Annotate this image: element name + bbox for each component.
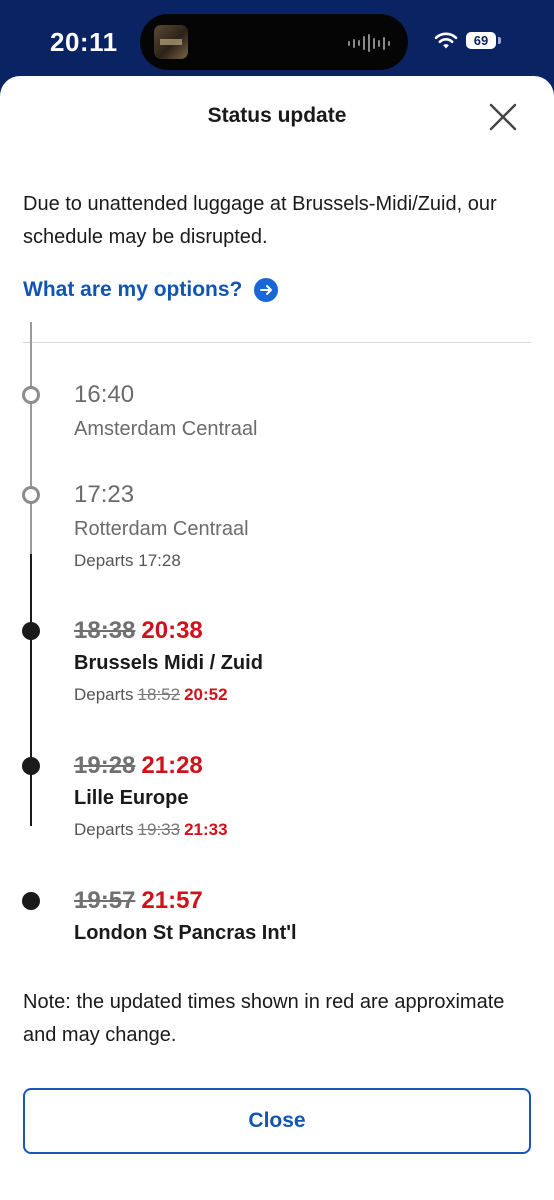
stop-time: 17:23 bbox=[74, 481, 135, 508]
scheduled-time: 19:57 bbox=[74, 887, 136, 914]
status-time: 20:11 bbox=[50, 27, 118, 57]
stop-time: 18:38 20:38 bbox=[74, 616, 263, 646]
updated-time: 21:57 bbox=[141, 887, 203, 914]
timeline-node bbox=[22, 486, 40, 504]
departure-info: Departs 17:28 bbox=[74, 551, 249, 571]
scheduled-time: 19:28 bbox=[74, 752, 136, 779]
timeline-line-completed bbox=[30, 322, 32, 554]
station-name: Rotterdam Centraal bbox=[74, 518, 249, 540]
departure-info: Departs 19:33 21:33 bbox=[74, 820, 228, 840]
station-name: London St Pancras Int'l bbox=[74, 922, 297, 944]
timeline-line-upcoming bbox=[30, 554, 32, 826]
departs-scheduled: 18:52 bbox=[137, 685, 181, 704]
stop-time: 19:57 21:57 bbox=[74, 886, 297, 916]
departs-time: 17:28 bbox=[138, 551, 181, 570]
departs-updated: 21:33 bbox=[184, 820, 228, 839]
departure-info: Departs 18:52 20:52 bbox=[74, 685, 263, 705]
options-link[interactable]: What are my options? bbox=[23, 278, 279, 302]
wifi-icon bbox=[434, 32, 458, 49]
departs-updated: 20:52 bbox=[184, 685, 228, 704]
divider bbox=[23, 342, 531, 343]
departs-label: Departs bbox=[74, 685, 134, 704]
sheet-title: Status update bbox=[207, 104, 347, 127]
station-name: Amsterdam Centraal bbox=[74, 418, 258, 440]
status-bar: 20:11 69 bbox=[0, 0, 554, 80]
close-icon[interactable] bbox=[488, 102, 518, 132]
timeline-node bbox=[22, 386, 40, 404]
status-update-sheet: Status update Due to unattended luggage … bbox=[0, 76, 554, 1200]
stop-brussels: 18:38 20:38 Brussels Midi / Zuid Departs 1… bbox=[74, 616, 263, 705]
note-text: Note: the updated times shown in red are… bbox=[23, 991, 505, 1046]
stop-time: 19:28 21:28 bbox=[74, 751, 228, 781]
departs-label: Departs bbox=[74, 820, 134, 839]
audio-waveform-icon bbox=[348, 34, 390, 52]
options-link-label[interactable]: What are my options? bbox=[23, 278, 242, 302]
dynamic-island[interactable] bbox=[140, 14, 408, 70]
station-name: Brussels Midi / Zuid bbox=[74, 652, 263, 674]
stop-rotterdam: 17:23 Rotterdam Centraal Departs 17:28 bbox=[74, 480, 249, 571]
stop-lille: 19:28 21:28 Lille Europe Departs 19:33 21:3… bbox=[74, 751, 228, 840]
station-name: Lille Europe bbox=[74, 787, 189, 809]
disruption-message: Due to unattended luggage at Brussels-Mi… bbox=[23, 193, 497, 248]
updated-time: 20:38 bbox=[141, 617, 203, 644]
close-button[interactable]: Close bbox=[23, 1088, 531, 1154]
departs-label: Departs bbox=[74, 551, 134, 570]
stop-time: 16:40 bbox=[74, 381, 135, 408]
timeline-node bbox=[22, 892, 40, 910]
stop-london: 19:57 21:57 London St Pancras Int'l bbox=[74, 886, 297, 945]
timeline-node bbox=[22, 622, 40, 640]
timeline-node bbox=[22, 757, 40, 775]
stop-amsterdam: 16:40 Amsterdam Centraal bbox=[74, 380, 257, 441]
now-playing-artwork bbox=[154, 25, 188, 59]
updated-time: 21:28 bbox=[141, 752, 203, 779]
departs-scheduled: 19:33 bbox=[137, 820, 181, 839]
battery-tip bbox=[498, 37, 501, 44]
arrow-right-circle-icon[interactable] bbox=[254, 278, 279, 302]
scheduled-time: 18:38 bbox=[74, 617, 136, 644]
battery-icon: 69 bbox=[466, 32, 496, 49]
